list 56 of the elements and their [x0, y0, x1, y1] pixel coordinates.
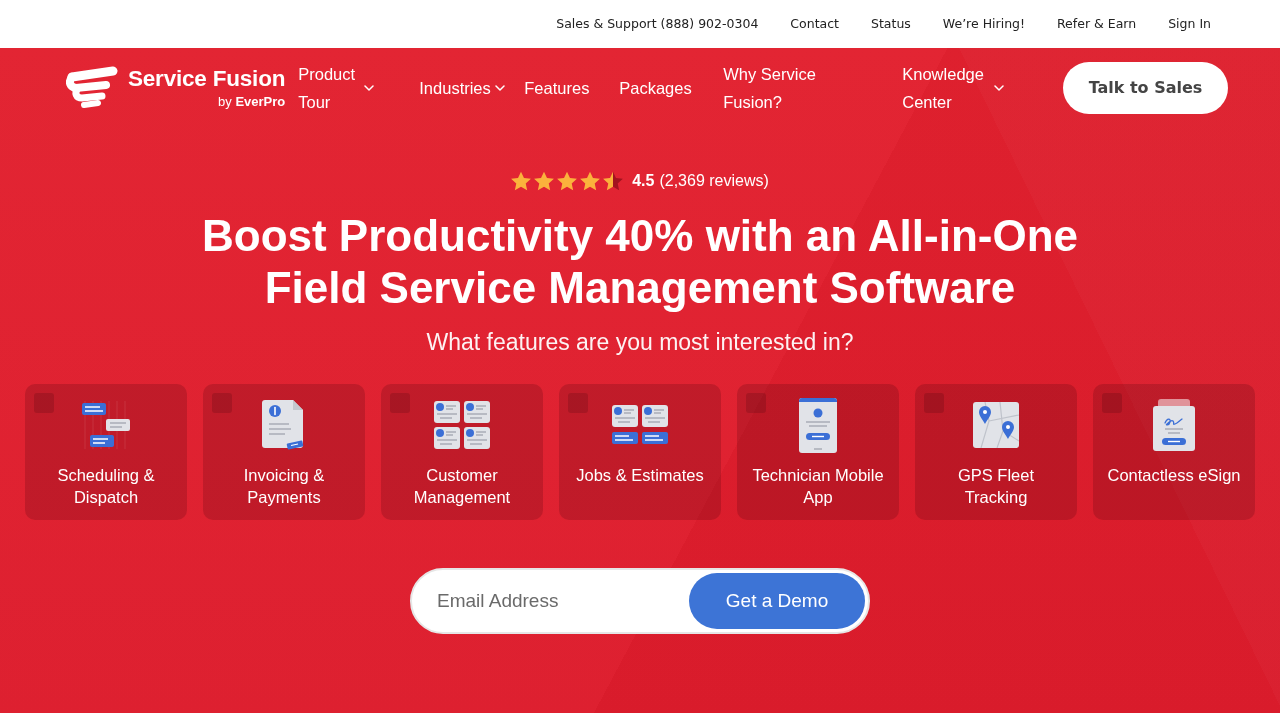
email-field[interactable]: Email Address: [435, 573, 689, 629]
checkbox[interactable]: [746, 393, 766, 413]
feature-label: Technician Mobile App: [751, 465, 885, 508]
nav-link[interactable]: Knowledge Center: [902, 60, 1005, 116]
email-form[interactable]: Email Address Get a Demo: [410, 568, 870, 634]
rating-score: 4.5: [632, 171, 655, 191]
signature-clipboard-icon: [1153, 399, 1195, 451]
job-cards-icon: [612, 405, 668, 445]
brand-tagline: by EverPro: [218, 94, 286, 108]
top-link[interactable]: Sign In: [1168, 14, 1211, 34]
feature-card[interactable]: Invoicing & Payments: [203, 384, 365, 520]
invoice-icon: [262, 398, 306, 452]
map-pin-icon: [973, 402, 1019, 448]
feature-label: Contactless eSign: [1106, 465, 1242, 486]
mobile-phone-icon: [799, 397, 837, 453]
feature-card[interactable]: GPS Fleet Tracking: [915, 384, 1077, 520]
schedule-icon: [81, 401, 131, 449]
top-link[interactable]: Contact: [790, 14, 839, 34]
star-icon: [557, 171, 578, 191]
feature-card[interactable]: Contactless eSign: [1093, 384, 1255, 520]
contact-cards-icon: [434, 401, 490, 449]
feature-card[interactable]: Jobs & Estimates: [559, 384, 721, 520]
top-link[interactable]: Refer & Earn: [1057, 14, 1137, 34]
top-link[interactable]: We’re Hiring!: [942, 14, 1025, 34]
feature-label: Scheduling & Dispatch: [56, 465, 156, 508]
hero-subtitle: What features are you most interested in?: [425, 328, 855, 357]
checkbox[interactable]: [212, 393, 232, 413]
star-icon: [534, 171, 555, 191]
nav-link[interactable]: Features: [524, 74, 590, 102]
feature-card[interactable]: Scheduling & Dispatch: [25, 384, 187, 520]
top-link[interactable]: Status: [871, 14, 911, 34]
rating-count: (2,369 reviews): [659, 171, 769, 191]
feature-label: Invoicing & Payments: [242, 465, 326, 508]
top-link[interactable]: Sales & Support (888) 902-0304: [556, 14, 759, 34]
star-icon: [603, 171, 624, 191]
get-demo-button[interactable]: Get a Demo: [689, 573, 865, 629]
logo-icon[interactable]: [66, 66, 118, 110]
talk-to-sales-button[interactable]: Talk to Sales: [1063, 62, 1228, 114]
nav-link[interactable]: Why Service Fusion?: [723, 60, 824, 116]
checkbox[interactable]: [390, 393, 410, 413]
checkbox[interactable]: [568, 393, 588, 413]
feature-card[interactable]: Technician Mobile App: [737, 384, 899, 520]
star-icon: [580, 171, 601, 191]
star-icon: [511, 171, 532, 191]
nav-link[interactable]: Packages: [619, 74, 692, 102]
hero-title: Boost Productivity 40% with an All-in-One Field Service Management Software: [201, 210, 1079, 314]
feature-label: Jobs & Estimates: [575, 465, 705, 486]
feature-label: Customer Management: [412, 465, 512, 508]
nav-link[interactable]: Industries: [419, 74, 505, 102]
feature-label: GPS Fleet Tracking: [956, 465, 1036, 508]
checkbox[interactable]: [1102, 393, 1122, 413]
checkbox[interactable]: [924, 393, 944, 413]
nav-link[interactable]: Product Tour: [298, 60, 375, 116]
checkbox[interactable]: [34, 393, 54, 413]
brand-name[interactable]: Service Fusion: [128, 68, 286, 91]
feature-card[interactable]: Customer Management: [381, 384, 543, 520]
